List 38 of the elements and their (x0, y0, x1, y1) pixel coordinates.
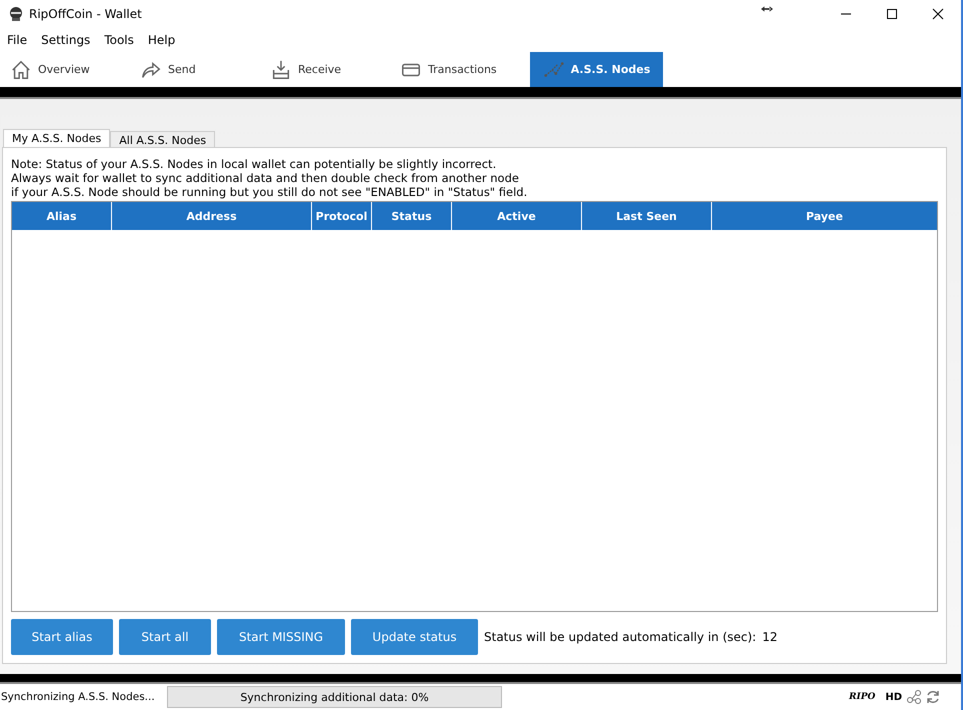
nav-tab[interactable]: A.S.S. Nodes (530, 52, 663, 87)
menu-item[interactable]: Help (148, 33, 176, 47)
progress-label: Synchronizing additional data: 0% (240, 690, 429, 704)
countdown-value: 12 (762, 630, 778, 644)
menu-item[interactable]: File (7, 33, 28, 47)
column-header[interactable]: Last Seen (582, 202, 712, 230)
update-label: Status will be updated automatically in (sec): (484, 630, 756, 644)
action-button[interactable]: Start alias (11, 619, 113, 655)
action-button[interactable]: Update status (351, 619, 478, 655)
app-logo-icon (8, 6, 24, 22)
nav-tab[interactable]: Receive (270, 52, 400, 87)
column-header[interactable]: Active (452, 202, 582, 230)
action-button[interactable]: Start all (119, 619, 211, 655)
close-icon[interactable] (932, 8, 944, 20)
status-message: Synchronizing A.S.S. Nodes... (0, 691, 156, 703)
nav-tab[interactable]: Transactions (400, 52, 530, 87)
maximize-icon[interactable] (886, 8, 898, 20)
house-icon (10, 58, 32, 80)
column-header[interactable]: Alias (12, 202, 112, 230)
sync-icon (925, 689, 941, 705)
column-header[interactable]: Payee (712, 202, 937, 230)
window-title: RipOffCoin - Wallet (29, 7, 142, 21)
column-header[interactable]: Status (372, 202, 452, 230)
network-icon (906, 689, 922, 705)
action-button[interactable]: Start MISSING (217, 619, 345, 655)
page-tab[interactable]: My A.S.S. Nodes (3, 129, 110, 147)
inbox-icon (270, 58, 292, 80)
note-text: Note: Status of your A.S.S. Nodes in local wallet can potentially be slightly incorrect. Always wait for wallet to sync additional data and then double check from another node if your A.S.S. Node should be running but you still do not see "ENABLED" in "Status" field. (11, 157, 528, 199)
hd-label: HD (885, 692, 902, 702)
unit-label: RIPO (849, 692, 876, 702)
resize-arrow-icon (761, 6, 773, 12)
column-header[interactable]: Address (112, 202, 312, 230)
page-tab[interactable]: All A.S.S. Nodes (110, 131, 216, 147)
menu-item[interactable]: Tools (104, 33, 134, 47)
column-header[interactable]: Protocol (312, 202, 372, 230)
menu-item[interactable]: Settings (41, 33, 90, 47)
nav-tab[interactable]: Overview (10, 52, 140, 87)
nav-tab[interactable]: Send (140, 52, 270, 87)
